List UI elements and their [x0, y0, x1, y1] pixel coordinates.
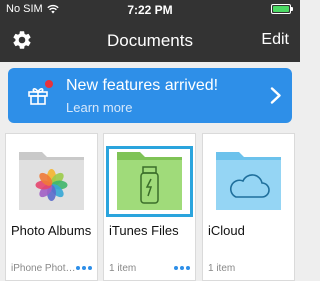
- folder-grid: Photo Albums iPhone Phot… iTunes Files 1…: [0, 133, 300, 281]
- folder-thumbnail: [203, 134, 294, 216]
- more-dots-icon[interactable]: [76, 265, 92, 271]
- folder-detail: 1 item: [208, 263, 236, 274]
- folder-thumbnail: [6, 134, 97, 216]
- more-dots-icon[interactable]: [174, 265, 190, 271]
- folder-name: Photo Albums: [11, 223, 92, 238]
- edit-button[interactable]: Edit: [261, 31, 289, 49]
- folder-itunes-files[interactable]: iTunes Files 1 item: [103, 133, 196, 281]
- learn-more-link[interactable]: Learn more: [66, 100, 132, 115]
- folder-photo-albums[interactable]: Photo Albums iPhone Phot…: [5, 133, 98, 281]
- status-bar: No SIM 7:22 PM: [0, 0, 300, 19]
- banner-title: New features arrived!: [66, 77, 219, 94]
- notification-badge: [45, 80, 53, 88]
- folder-name: iCloud: [208, 223, 245, 238]
- gift-icon-wrap: [26, 80, 53, 107]
- folder-detail: iPhone Phot…: [11, 263, 75, 274]
- folder-icloud[interactable]: iCloud 1 item: [202, 133, 295, 281]
- page-title: Documents: [107, 31, 193, 50]
- battery-icon: [271, 4, 293, 14]
- photos-flower-icon: [19, 152, 84, 210]
- folder-detail: 1 item: [109, 263, 137, 274]
- folder-name: iTunes Files: [109, 223, 179, 238]
- navbar: Documents Edit: [0, 19, 300, 62]
- battery-fill: [273, 6, 289, 12]
- top-bar: No SIM 7:22 PM Documents Edit: [0, 0, 300, 62]
- status-time: 7:22 PM: [127, 3, 173, 17]
- cloud-icon: [216, 152, 281, 210]
- new-features-banner[interactable]: New features arrived! Learn more: [8, 68, 292, 123]
- chevron-right-icon: [270, 87, 281, 104]
- selection-outline: [106, 146, 193, 217]
